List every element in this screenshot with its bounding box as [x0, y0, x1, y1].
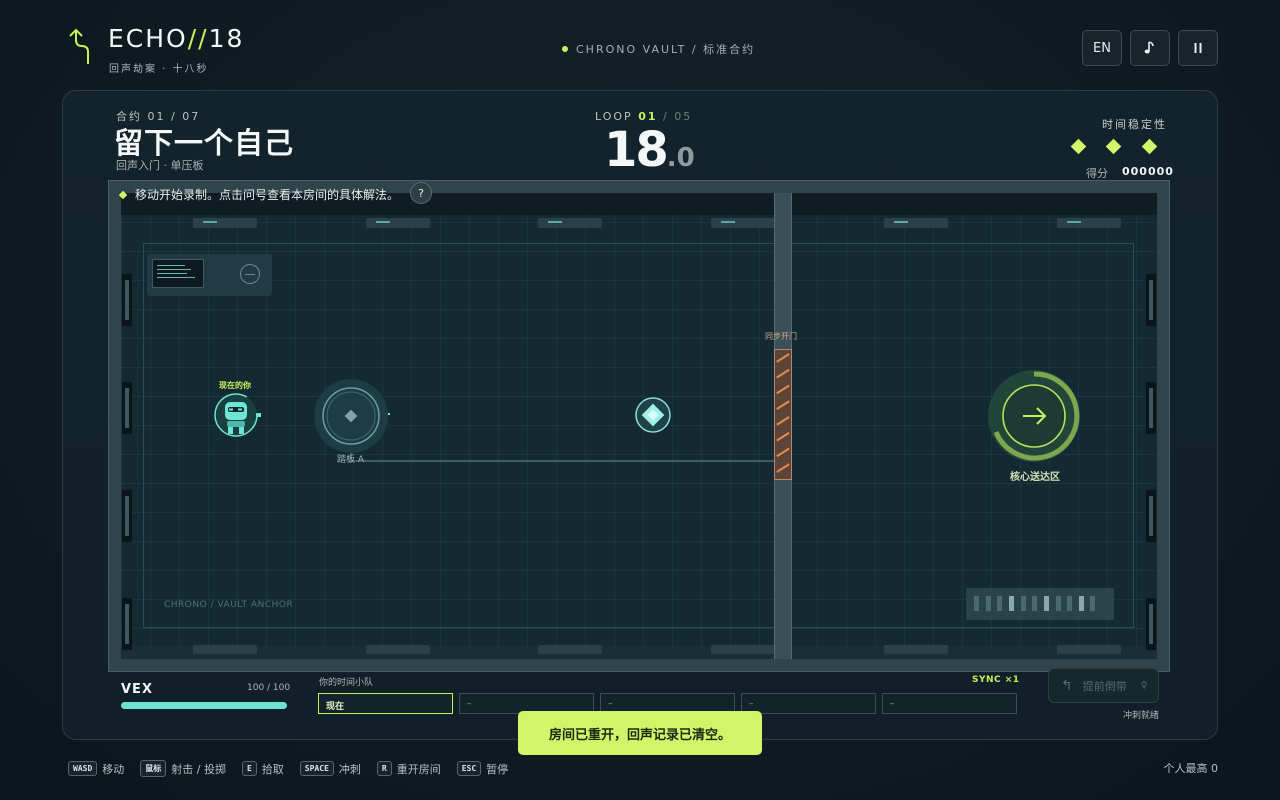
wall-slot: [122, 382, 132, 434]
score-value: 000000: [1122, 165, 1174, 178]
arena-bottom-wall: [121, 646, 1157, 659]
controls-hint-bar: WASD 移动 鼠标 射击 / 投掷 E 拾取 SPACE 冲刺 R 重开房间 ESC 暂停: [68, 760, 524, 777]
panel-indicator: [1009, 596, 1014, 611]
wall-slot: [122, 490, 132, 542]
hint-move: WASD 移动: [68, 761, 124, 777]
echo-logo-icon: [69, 28, 89, 64]
squad-slot-5[interactable]: –: [882, 693, 1017, 714]
pause-button[interactable]: [1178, 30, 1218, 66]
countdown-timer: 18.0: [604, 122, 695, 178]
contract-subtitle: 回声入门 · 单压板: [116, 159, 204, 172]
goal-zone-arrow-icon[interactable]: [986, 368, 1082, 464]
pressure-plate-a[interactable]: [313, 378, 389, 454]
goal-zone-label: 核心送达区: [1010, 472, 1060, 483]
plate-wire: [345, 413, 774, 462]
floor-vent: [538, 645, 602, 654]
sync-door: [774, 349, 792, 480]
hint-pause: ESC 暂停: [456, 761, 508, 777]
game-title: ECHO//18: [108, 24, 245, 53]
wall-slot: [1146, 274, 1156, 326]
ceiling-light: [1057, 218, 1121, 228]
panel-indicator: [1067, 596, 1072, 611]
terminal-text-line: [157, 269, 191, 270]
panel-indicator: [1090, 596, 1095, 611]
terminal-knob-icon: [240, 264, 260, 284]
wall-slot: [1146, 598, 1156, 650]
wall-slot: [122, 598, 132, 650]
squad-slot-4[interactable]: –: [741, 693, 876, 714]
squad-slot-1[interactable]: 现在: [318, 693, 453, 714]
terminal-text-line: [157, 265, 185, 266]
panel-indicator: [974, 596, 979, 611]
pause-icon: [1194, 43, 1202, 53]
player-robot-icon: [214, 393, 261, 437]
ceiling-light: [884, 218, 948, 228]
ceiling-light: [366, 218, 430, 228]
sync-door-label: 同步开门: [765, 332, 797, 341]
ceiling-light: [711, 218, 775, 228]
pressure-plate-label: 踏板 A: [337, 455, 365, 465]
contract-title: 留下一个自己: [114, 126, 295, 160]
help-button[interactable]: ?: [410, 182, 432, 204]
wall-slot: [1146, 490, 1156, 542]
terminal-text-line: [157, 273, 187, 274]
location-status: CHRONO VAULT / 标准合约: [562, 41, 755, 57]
panel-indicator: [1056, 596, 1061, 611]
music-button[interactable]: [1130, 30, 1170, 66]
wall-slot: [1146, 382, 1156, 434]
dash-status: 冲刺就绪: [1123, 711, 1160, 721]
panel-indicator: [986, 596, 991, 611]
hint-shoot: 鼠标 射击 / 投掷: [140, 760, 226, 777]
panel-indicator: [1079, 596, 1084, 611]
floor-vent: [711, 645, 775, 654]
wall-slot: [122, 274, 132, 326]
floor-vent: [1057, 645, 1121, 654]
time-crystal-icon[interactable]: [634, 396, 672, 434]
ceiling-light: [193, 218, 257, 228]
panel-indicator: [1032, 596, 1037, 611]
character-name: VEX: [121, 682, 153, 697]
status-dot-icon: [562, 46, 568, 52]
rewind-icon: ↰: [1061, 677, 1073, 694]
game-subtitle: 回声劫案 · 十八秒: [109, 64, 209, 75]
language-button[interactable]: EN: [1082, 30, 1122, 66]
music-note-icon: [1144, 41, 1154, 54]
floor-vent: [366, 645, 430, 654]
panel-indicator: [1021, 596, 1026, 611]
notification-toast: 房间已重开，回声记录已清空。: [518, 711, 762, 755]
stability-label: 时间稳定性: [1102, 118, 1167, 131]
tip-diamond-icon: [118, 190, 128, 199]
panel-indicator: [997, 596, 1002, 611]
terminal-text-line: [157, 277, 195, 278]
hint-pickup: E 拾取: [241, 761, 284, 777]
early-rewind-button[interactable]: ↰ 提前倒带 ♀: [1048, 668, 1159, 703]
instruction-tip: 移动开始录制。点击问号查看本房间的具体解法。: [118, 186, 399, 203]
health-bar-fill: [121, 702, 287, 709]
floor-anchor-text: CHRONO / VAULT ANCHOR: [164, 600, 294, 610]
hint-restart: R 重开房间: [376, 761, 441, 777]
score-label: 得分: [1086, 167, 1108, 180]
hint-bulb-icon: ♀: [1140, 680, 1148, 691]
health-text: 100 / 100: [247, 683, 291, 693]
squad-label: 你的时间小队: [319, 678, 374, 688]
hint-dash: SPACE 冲刺: [299, 761, 361, 777]
sync-multiplier: SYNC ×1: [972, 675, 1020, 685]
panel-indicator: [1044, 596, 1049, 611]
floor-vent: [193, 645, 257, 654]
personal-best: 个人最高 0: [1163, 762, 1219, 775]
ceiling-light: [538, 218, 602, 228]
floor-vent: [884, 645, 948, 654]
